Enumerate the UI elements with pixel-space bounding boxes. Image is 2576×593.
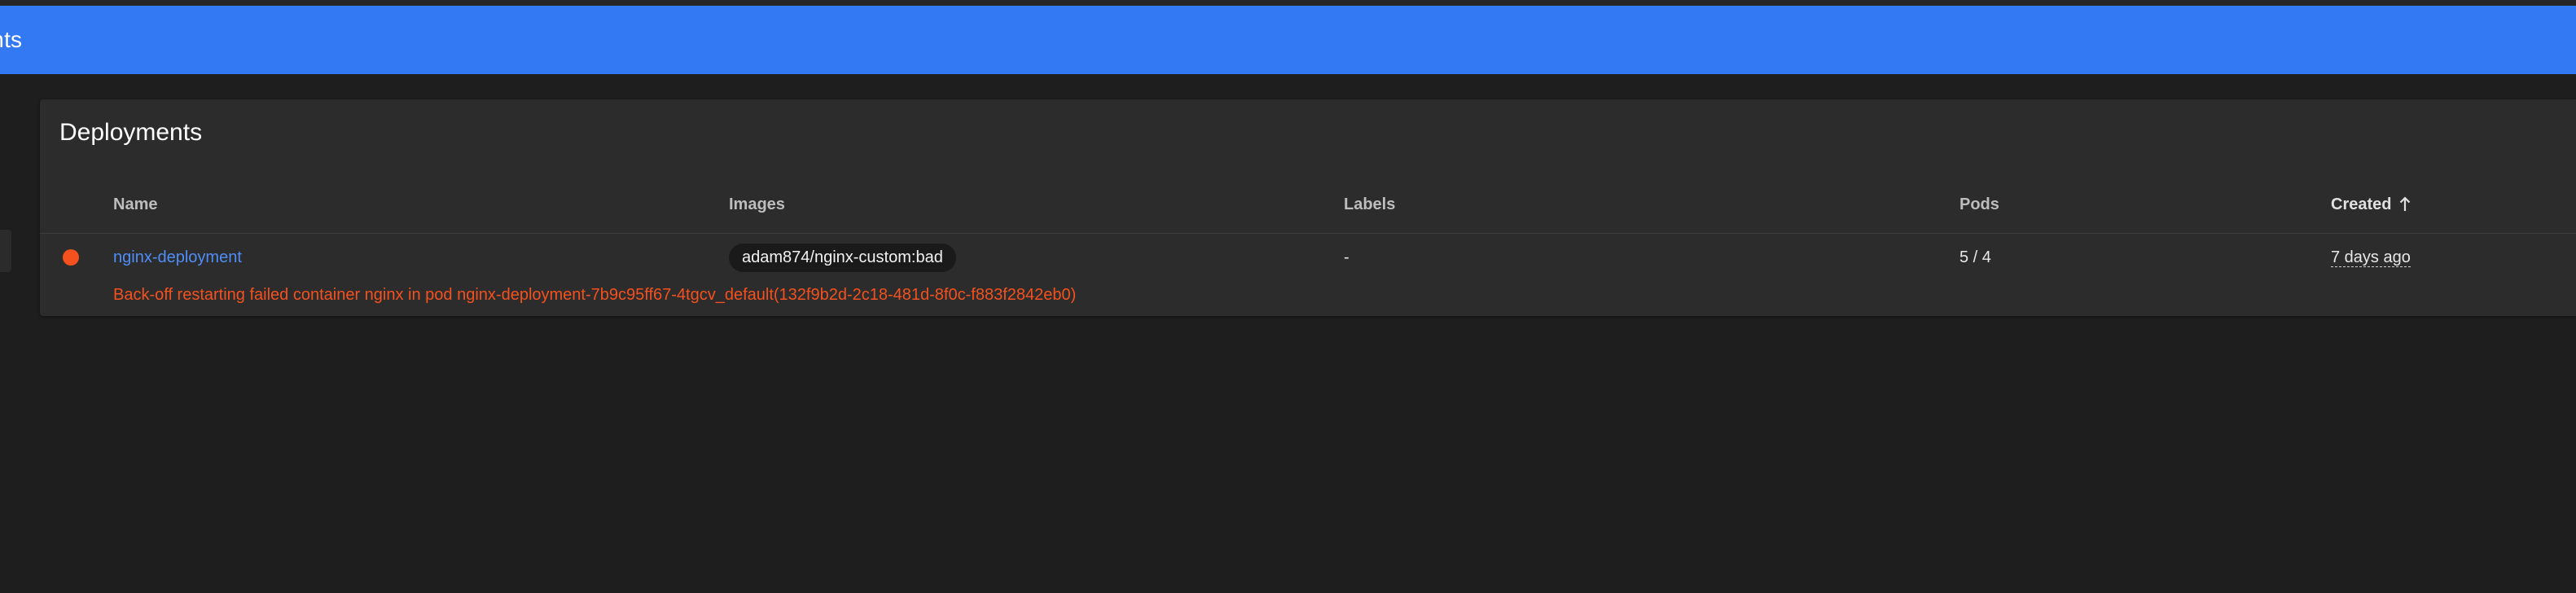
- column-header-name[interactable]: Name: [113, 176, 157, 233]
- arrow-up-icon[interactable]: [2399, 196, 2411, 213]
- pods-cell: 5 / 4: [1959, 248, 1991, 266]
- side-nav-item[interactable]: [0, 230, 11, 272]
- created-timestamp[interactable]: 7 days ago: [2331, 248, 2411, 267]
- column-header-pods[interactable]: Pods: [1959, 176, 1999, 233]
- column-header-images[interactable]: Images: [729, 176, 785, 233]
- top-strip: [0, 0, 2576, 6]
- column-header-labels[interactable]: Labels: [1344, 176, 1395, 233]
- labels-cell: -: [1344, 248, 1349, 266]
- deployments-card: Deployments Name Images Labels Pods Crea…: [40, 99, 2576, 316]
- column-header-created[interactable]: Created: [2331, 176, 2411, 233]
- table-row: nginx-deployment adam874/nginx-custom:ba…: [40, 234, 2576, 281]
- error-message: Back-off restarting failed container ngi…: [113, 286, 1077, 304]
- image-chip: adam874/nginx-custom:bad: [729, 243, 956, 272]
- table-header-row: Name Images Labels Pods Created: [40, 176, 2576, 234]
- app-bar: ments: [0, 6, 2576, 74]
- deployment-name-link[interactable]: nginx-deployment: [113, 248, 242, 267]
- status-error-icon: [63, 249, 79, 266]
- column-header-created-label: Created: [2331, 195, 2392, 213]
- error-row: Back-off restarting failed container ngi…: [40, 281, 2576, 314]
- page-title: ments: [0, 27, 23, 52]
- card-title: Deployments: [59, 119, 203, 146]
